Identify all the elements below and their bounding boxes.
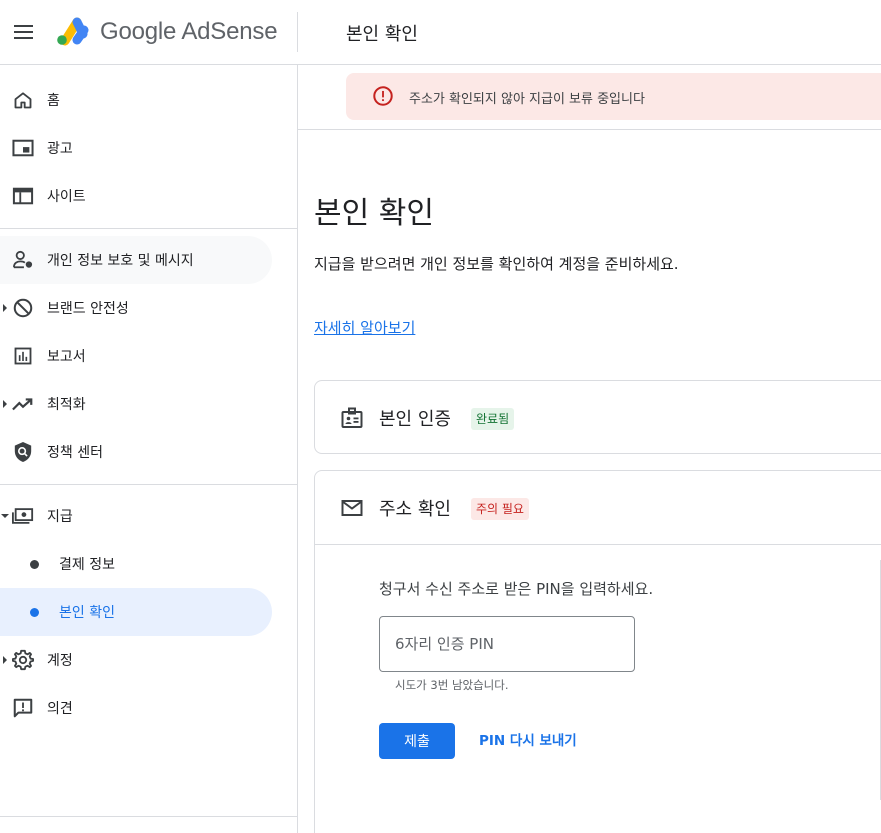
sidebar-item-label: 계정 — [47, 653, 73, 669]
privacy-messaging-icon — [11, 248, 35, 272]
sidebar-item-label: 보고서 — [47, 349, 86, 365]
collapse-arrow-icon — [1, 512, 9, 520]
page-description: 지급을 받으려면 개인 정보를 확인하여 계정을 준비하세요. — [314, 255, 679, 273]
sidebar-item-label: 지급 — [47, 509, 73, 525]
sidebar-item-reports[interactable]: 보고서 — [0, 332, 272, 380]
sidebar-item-verification[interactable]: 본인 확인 — [0, 588, 272, 636]
sidebar-item-payment-info[interactable]: 결제 정보 — [0, 540, 272, 588]
bullet-icon — [30, 559, 39, 569]
card-header: 본인 인증 완료됨 — [315, 381, 881, 455]
card-title: 본인 인증 — [379, 409, 451, 430]
alert-strip: 주소가 확인되지 않아 지급이 보류 중입니다 — [298, 65, 881, 130]
policy-shield-icon — [11, 440, 35, 464]
sidebar-divider — [0, 484, 297, 485]
expand-arrow-icon — [1, 656, 9, 664]
card-divider — [315, 544, 881, 545]
status-badge: 완료됨 — [471, 408, 515, 430]
error-icon — [372, 85, 394, 111]
sidebar-item-label: 최적화 — [47, 397, 86, 413]
brand-name: Google AdSense — [100, 18, 278, 45]
sidebar-item-label: 정책 센터 — [47, 445, 103, 461]
top-app-bar: Google AdSense 본인 확인 — [0, 0, 881, 65]
page-title: 본인 확인 — [314, 196, 434, 231]
id-badge-icon — [340, 406, 364, 430]
sidebar-item-privacy-messaging[interactable]: 개인 정보 보호 및 메시지 — [0, 236, 272, 284]
sidebar-item-label: 개인 정보 보호 및 메시지 — [47, 253, 194, 269]
gear-icon — [11, 648, 35, 672]
sidebar-item-ads[interactable]: 광고 — [0, 124, 272, 172]
sidebar-item-policy-center[interactable]: 정책 센터 — [0, 428, 272, 476]
sidebar-divider — [0, 228, 297, 229]
sidebar-item-payments[interactable]: 지급 — [0, 492, 272, 540]
sidebar-divider — [0, 816, 297, 817]
pin-instructions: 청구서 수신 주소로 받은 PIN을 입력하세요. — [379, 580, 654, 598]
sidebar-item-brand-safety[interactable]: 브랜드 안전성 — [0, 284, 272, 332]
card-title: 주소 확인 — [379, 499, 451, 520]
identity-verification-card[interactable]: 본인 인증 완료됨 — [314, 380, 881, 454]
address-verification-card: 주소 확인 주의 필요 청구서 수신 주소로 받은 PIN을 입력하세요. 시도… — [314, 470, 881, 833]
alert-text: 주소가 확인되지 않아 지급이 보류 중입니다 — [409, 92, 645, 107]
sidebar-item-optimization[interactable]: 최적화 — [0, 380, 272, 428]
sidebar-item-feedback[interactable]: 의견 — [0, 684, 272, 732]
payments-icon — [11, 504, 35, 528]
attempts-remaining-text: 시도가 3번 남았습니다. — [395, 678, 509, 692]
block-icon — [11, 296, 35, 320]
payment-hold-alert: 주소가 확인되지 않아 지급이 보류 중입니다 — [346, 73, 881, 120]
sidebar: 홈 광고 사이트 개인 정보 보호 및 메시지 브랜드 안전성 보고서 최적화 … — [0, 65, 298, 833]
sidebar-item-label: 본인 확인 — [59, 605, 115, 621]
feedback-icon — [11, 696, 35, 720]
pin-input[interactable] — [379, 616, 635, 672]
ads-icon — [11, 136, 35, 160]
sidebar-item-account[interactable]: 계정 — [0, 636, 272, 684]
learn-more-link[interactable]: 자세히 알아보기 — [314, 317, 415, 338]
bullet-icon — [30, 607, 39, 617]
submit-button[interactable]: 제출 — [379, 723, 455, 759]
mail-icon — [340, 496, 364, 520]
trending-up-icon — [11, 392, 35, 416]
sidebar-item-label: 홈 — [47, 93, 60, 109]
expand-arrow-icon — [1, 400, 9, 408]
sidebar-item-label: 광고 — [47, 141, 73, 157]
status-badge: 주의 필요 — [471, 498, 529, 520]
card-header[interactable]: 주소 확인 주의 필요 — [315, 471, 881, 545]
header-page-title: 본인 확인 — [346, 24, 418, 45]
sidebar-item-label: 의견 — [47, 701, 73, 717]
hamburger-menu-icon — [14, 25, 33, 39]
resend-pin-button[interactable]: PIN 다시 보내기 — [479, 723, 577, 759]
sidebar-item-label: 결제 정보 — [59, 557, 115, 573]
reports-icon — [11, 344, 35, 368]
home-icon — [11, 88, 35, 112]
sidebar-item-label: 사이트 — [47, 189, 86, 205]
sites-icon — [11, 184, 35, 208]
sidebar-item-sites[interactable]: 사이트 — [0, 172, 272, 220]
header-divider — [297, 12, 298, 52]
expand-arrow-icon — [1, 304, 9, 312]
main-content: 주소가 확인되지 않아 지급이 보류 중입니다 본인 확인 지급을 받으려면 개… — [298, 65, 881, 833]
main-menu-button[interactable] — [8, 16, 40, 48]
adsense-logo-icon — [57, 17, 89, 46]
sidebar-item-home[interactable]: 홈 — [0, 76, 272, 124]
sidebar-item-label: 브랜드 안전성 — [47, 301, 129, 317]
